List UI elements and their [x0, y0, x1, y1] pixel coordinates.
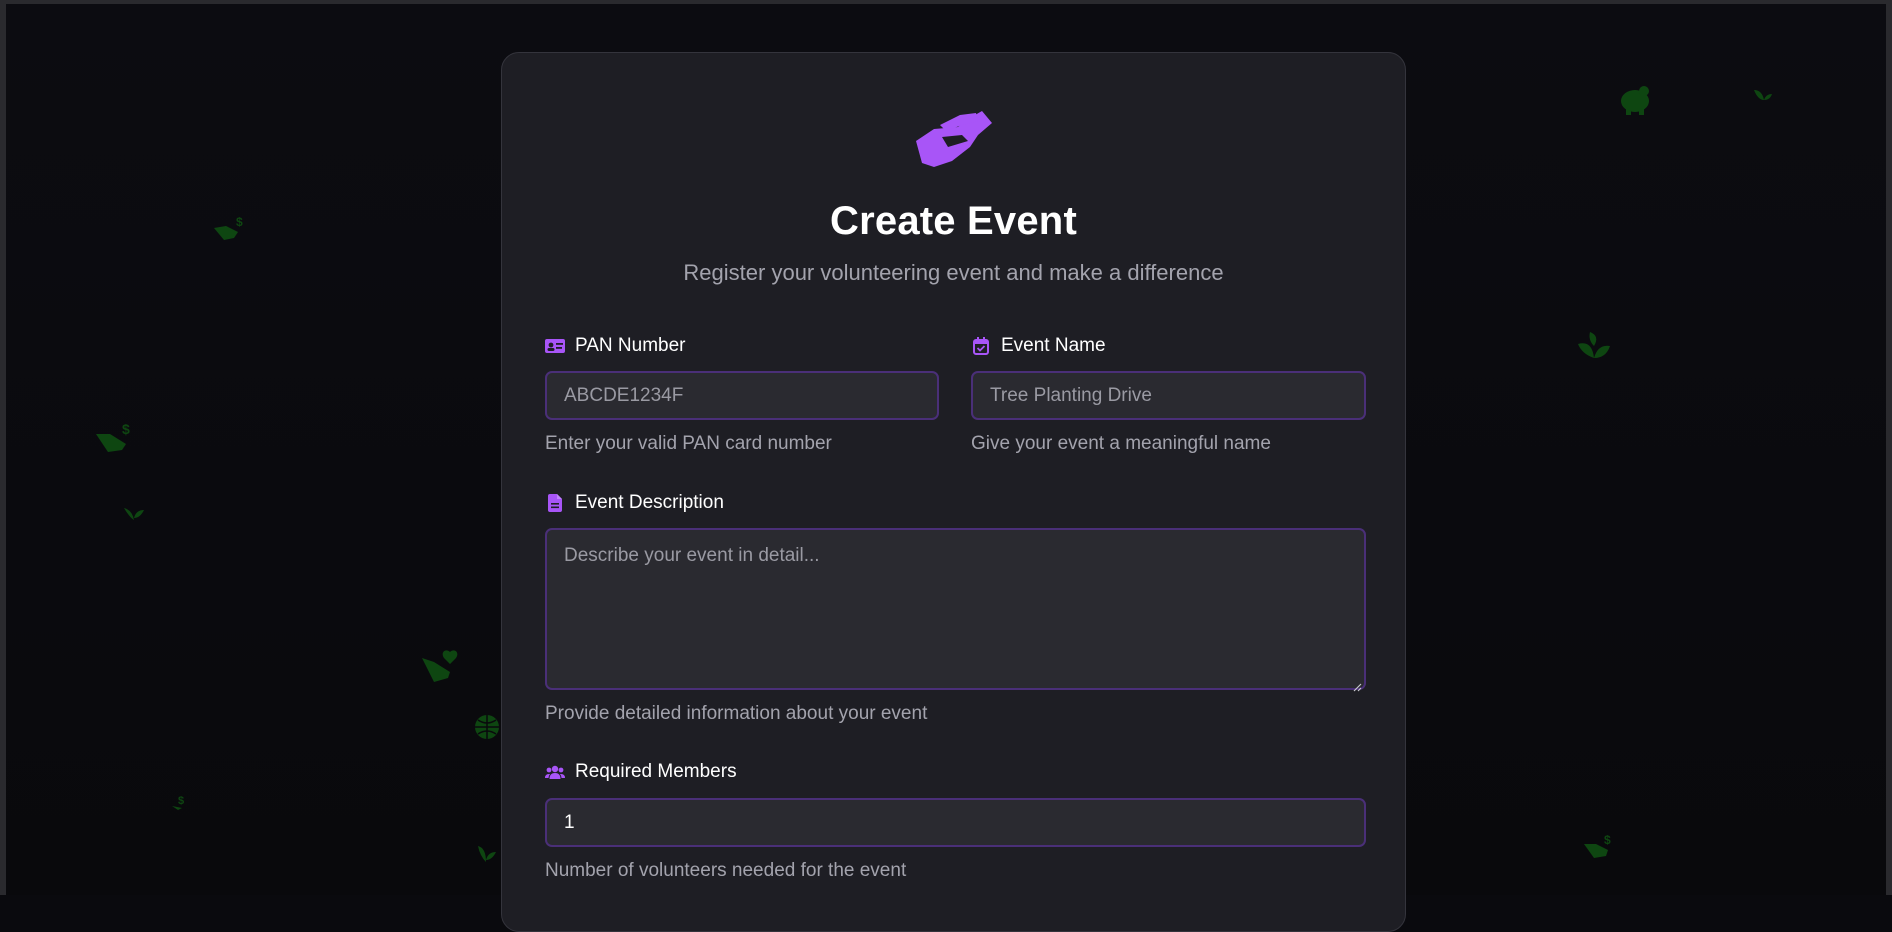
page-subtitle: Register your volunteering event and mak…	[683, 260, 1224, 285]
description-hint: Provide detailed information about your …	[545, 703, 928, 724]
description-label-text: Event Description	[575, 492, 724, 513]
pan-label: PAN Number	[545, 335, 686, 357]
pan-placeholder: ABCDE1234F	[564, 384, 684, 406]
description-textarea[interactable]: Describe your event in detail...	[545, 528, 1366, 692]
hand-holding-heart-icon	[420, 648, 462, 688]
globe-icon	[474, 714, 500, 740]
event-name-hint: Give your event a meaningful name	[971, 433, 1271, 454]
pan-hint: Enter your valid PAN card number	[545, 433, 832, 454]
members-hint: Number of volunteers needed for the even…	[545, 860, 907, 881]
seedling-icon	[1752, 86, 1774, 106]
piggy-bank-icon	[1618, 82, 1652, 116]
event-name-label-text: Event Name	[1001, 335, 1106, 356]
event-name-input[interactable]: Tree Planting Drive	[971, 371, 1366, 420]
svg-text:$: $	[122, 421, 130, 437]
svg-text:$: $	[1604, 833, 1611, 847]
members-label: Required Members	[545, 761, 737, 783]
event-name-placeholder: Tree Planting Drive	[990, 384, 1152, 406]
create-event-card: Create Event Register your volunteering …	[501, 52, 1406, 932]
handshake-icon	[912, 101, 996, 171]
calendar-check-icon	[971, 336, 991, 356]
members-value: 1	[564, 811, 575, 833]
users-icon	[545, 762, 565, 782]
file-text-icon	[545, 493, 565, 513]
svg-text:$: $	[236, 215, 243, 229]
members-label-text: Required Members	[575, 761, 737, 782]
resize-handle-icon[interactable]	[1352, 676, 1362, 692]
page-title: Create Event	[830, 199, 1077, 243]
members-input[interactable]: 1	[545, 798, 1366, 847]
page-background: $ $ $ $ Create Event Register your volun…	[0, 0, 1892, 932]
pan-input[interactable]: ABCDE1234F	[545, 371, 939, 420]
dollar-icon: $	[170, 794, 188, 812]
seedling-icon	[1576, 330, 1612, 362]
svg-text:$: $	[178, 795, 184, 807]
seedling-icon	[476, 844, 498, 864]
pan-label-text: PAN Number	[575, 335, 686, 356]
description-label: Event Description	[545, 492, 724, 514]
id-card-icon	[545, 336, 565, 356]
hand-holding-dollar-icon: $	[1582, 832, 1616, 862]
hand-holding-dollar-icon: $	[94, 420, 138, 456]
seedling-icon	[122, 504, 146, 524]
hand-holding-dollar-icon: $	[212, 214, 248, 244]
description-placeholder: Describe your event in detail...	[564, 545, 820, 566]
event-name-label: Event Name	[971, 335, 1106, 357]
